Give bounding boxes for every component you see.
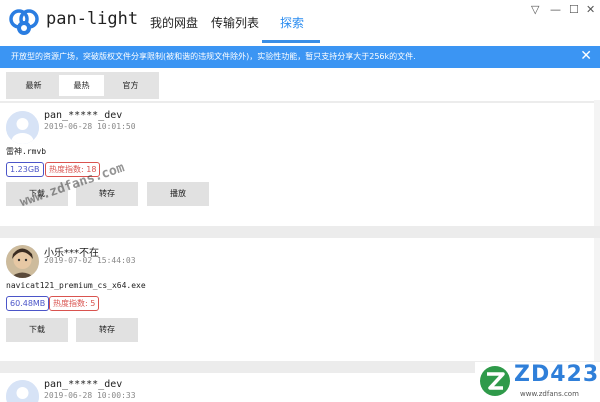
corner-logo-subtext: www.zdfans.com <box>520 390 579 398</box>
save-to-disk-button[interactable]: 转存 <box>76 318 138 342</box>
filter-tab-official[interactable]: 官方 <box>108 75 153 96</box>
post-username: pan_*****_dev <box>44 110 123 121</box>
default-avatar-icon <box>6 111 39 144</box>
download-button[interactable]: 下载 <box>6 318 68 342</box>
post-date: 2019-06-28 10:01:50 <box>44 122 136 131</box>
maximize-icon[interactable]: ☐ <box>569 3 579 16</box>
file-size-badge: 1.23GB <box>6 162 44 177</box>
zd-logo-icon <box>480 366 510 396</box>
heat-badge: 热度指数: 5 <box>49 296 100 311</box>
post-username: pan_*****_dev <box>44 379 123 390</box>
close-icon[interactable]: ✕ <box>586 3 595 16</box>
post-filename[interactable]: navicat121_premium_cs_x64.exe <box>6 281 146 290</box>
avatar <box>6 380 39 402</box>
app-title: pan-light <box>46 9 139 29</box>
minimize-icon[interactable]: — <box>550 3 561 16</box>
file-size-badge: 60.48MB <box>6 296 50 311</box>
scrollbar[interactable] <box>594 100 600 402</box>
avatar <box>6 245 39 278</box>
title-bar: pan-light 我的网盘 传输列表 探索 ▽ — ☐ ✕ <box>0 0 600 44</box>
notice-banner: 开放型的资源广场，突破版权文件分享限制(被和谐的违规文件除外)，实验性功能，暂只… <box>0 46 600 68</box>
post-filename[interactable]: 雷神.rmvb <box>6 146 46 157</box>
banner-close-icon[interactable]: ✕ <box>580 48 592 64</box>
post-date: 2019-07-02 15:44:03 <box>44 256 136 265</box>
active-tab-indicator <box>262 40 320 43</box>
baidu-pan-logo-icon <box>9 9 39 35</box>
play-button[interactable]: 播放 <box>147 182 209 206</box>
filter-tab-latest[interactable]: 最新 <box>11 75 56 96</box>
divider <box>0 226 600 238</box>
tab-my-netdisk[interactable]: 我的网盘 <box>150 14 198 31</box>
corner-logo-text: ZD423 <box>514 362 600 387</box>
dropdown-icon[interactable]: ▽ <box>531 3 539 16</box>
tab-explore[interactable]: 探索 <box>280 14 304 31</box>
avatar <box>6 111 39 144</box>
user-avatar-icon <box>6 245 39 278</box>
default-avatar-icon <box>6 380 39 402</box>
notice-text: 开放型的资源广场，突破版权文件分享限制(被和谐的违规文件除外)，实验性功能，暂只… <box>11 52 416 61</box>
post-date: 2019-06-28 10:00:33 <box>44 391 136 400</box>
filter-tab-hottest[interactable]: 最热 <box>59 75 104 96</box>
divider <box>0 101 600 103</box>
tab-transfer-list[interactable]: 传输列表 <box>211 14 259 31</box>
corner-watermark-logo: ZD423 www.zdfans.com <box>475 362 600 402</box>
